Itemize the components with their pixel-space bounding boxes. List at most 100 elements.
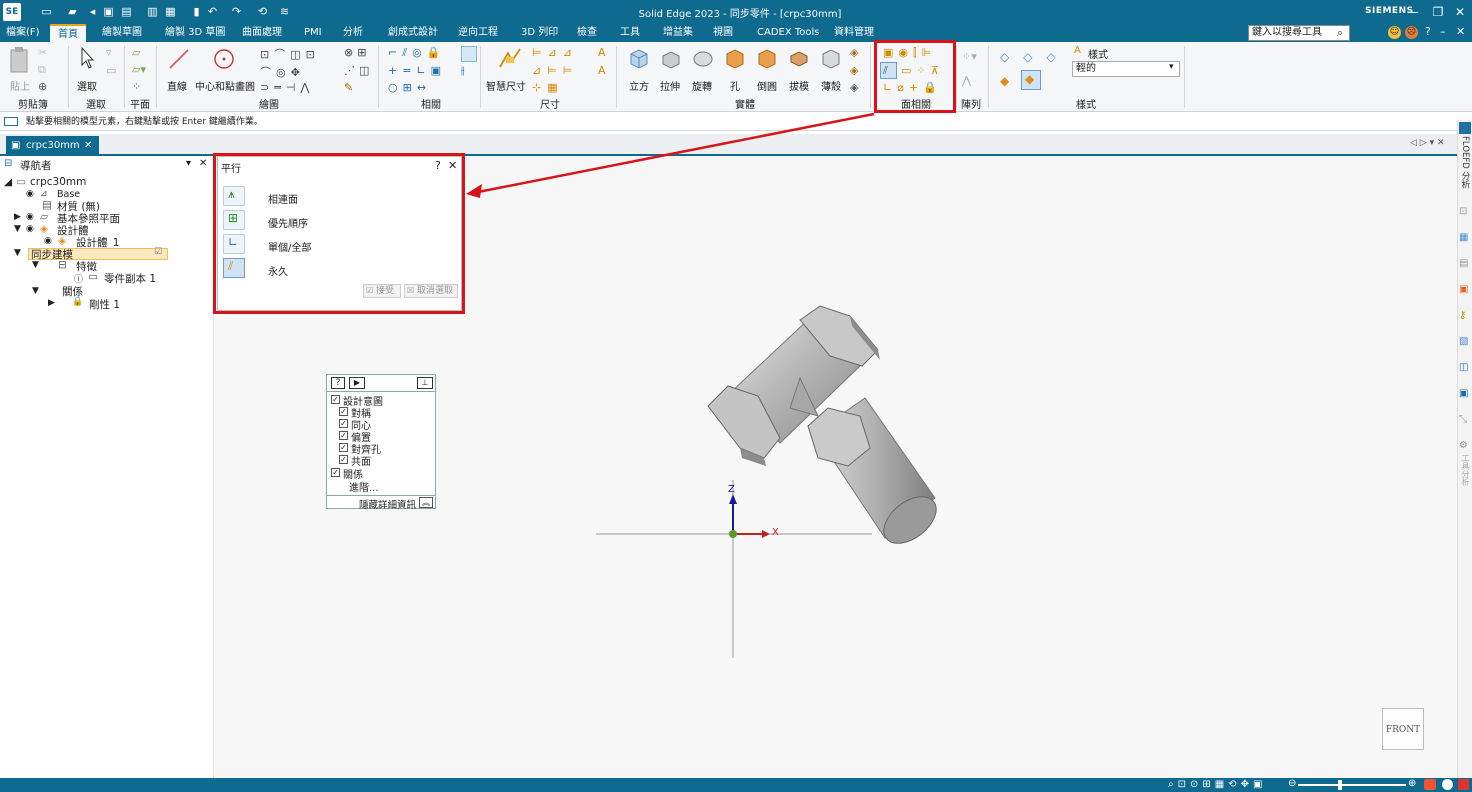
tab-view[interactable]: 視圖 [713,24,733,42]
hole-icon[interactable] [724,47,746,69]
copy-special-icon[interactable]: ⊕ [38,80,47,93]
tree-rigid[interactable]: 剛性 1 [89,297,120,312]
tree-root[interactable]: crpc30mm [30,176,86,188]
smart-dimension-label[interactable]: 智慧尺寸 [486,78,526,93]
relations-panel-icon[interactable]: ⤡ [1459,414,1467,425]
checkbox-coplanar[interactable]: ✓ [339,455,348,464]
stop-icon[interactable] [1458,779,1469,790]
dim-row3-icon[interactable]: ⊹▦ [532,81,564,94]
text-icon[interactable]: A [598,64,606,77]
round-icon[interactable] [756,47,778,69]
tab-analyze[interactable]: 分析 [343,24,363,42]
tree-expand-icon[interactable]: ▼ [14,224,21,234]
tab-addins[interactable]: 增益集 [663,24,693,42]
tree-expand-icon[interactable]: ▶ [14,212,21,222]
document-icon[interactable]: ▮ [190,4,203,19]
draft-icon[interactable] [788,47,810,69]
hide-details-label[interactable]: 隱藏詳細資訊 [359,497,416,511]
round-label[interactable]: 倒圓 [757,78,777,93]
hole-label[interactable]: 孔 [730,78,740,93]
tree-part-copy[interactable]: 零件副本 1 [104,271,156,286]
zoom-slider-handle[interactable] [1338,780,1342,790]
search-input[interactable]: 鍵入以搜尋工具 [1248,25,1350,41]
pencil-icon[interactable]: ✎ [344,81,353,94]
floefd-icon[interactable] [1459,122,1471,134]
extrude-label[interactable]: 拉伸 [660,78,680,93]
checkbox-offset[interactable]: ✓ [339,431,348,440]
relate-row1-icon[interactable]: ⌐⫽◎🔒 [388,46,445,60]
checkbox-align-holes[interactable]: ✓ [339,443,348,452]
select-tools-icon[interactable]: ▭ [106,64,116,77]
print-icon[interactable]: ▤ [120,4,133,19]
close-window-icon[interactable]: ✕ [1450,3,1470,21]
paste-icon[interactable] [8,46,30,74]
checkbox-relations[interactable]: ✓ [331,468,340,477]
draw-extra2-icon[interactable]: ⋰◫ [344,64,373,77]
line-label[interactable]: 直線 [167,78,187,93]
tree-expand-icon[interactable]: ▼ [32,260,39,270]
collapse-icon[interactable]: ︽ [419,497,433,508]
image-panel-icon[interactable]: ▧ [1459,336,1468,347]
help-icon[interactable]: ? [1425,25,1431,38]
redo-icon[interactable]: ↷ [230,4,243,19]
thin-wall-icon[interactable] [820,47,842,69]
tab-reverse[interactable]: 逆向工程 [458,24,498,42]
dim-row2-icon[interactable]: ⊿⊨⊨ [532,64,578,77]
tab-3d-sketch[interactable]: 繪製 3D 草圖 [165,24,225,42]
library-icon[interactable]: ▣ [1459,388,1468,399]
save-icon[interactable]: ▣ [102,4,115,19]
view-tools-icons[interactable]: ⌕⊡⊙⊞▦⟲✥▣ [1168,779,1266,790]
tree-expand-icon[interactable]: ▼ [32,286,39,296]
close-tab-icon[interactable]: ✕ [84,136,92,156]
search-icon[interactable]: ⌕ [1337,26,1343,40]
tree-expand-icon[interactable]: ▶ [48,298,55,308]
key-icon[interactable]: ⚷ [1459,310,1466,321]
relate-maintain-icon[interactable]: ⫲ [461,64,465,78]
layout-icon[interactable]: ▦ [164,4,177,19]
checkbox-concentric[interactable]: ✓ [339,419,348,428]
relations-pin-icon[interactable]: ⊥ [417,377,433,389]
circle-icon[interactable] [213,48,235,70]
command-finder-icon[interactable]: ⟲ [256,4,269,19]
minimize-icon[interactable]: ‒ [1405,3,1425,21]
checkbox-symmetric[interactable]: ✓ [339,407,348,416]
relations-help-icon[interactable]: ? [331,377,345,389]
open-file-icon[interactable]: ▰ [66,4,79,19]
tools-analysis-icon[interactable]: ⚙ [1459,440,1468,451]
minimize-ribbon-icon[interactable]: – [1440,25,1446,38]
part-model[interactable] [700,298,945,550]
box-icon[interactable] [628,47,650,69]
new-file-icon[interactable]: ▭ [40,4,53,19]
help-panel-icon[interactable]: ⊡ [1459,206,1467,217]
thin-wall-label[interactable]: 薄殼 [821,78,841,93]
tab-cadex[interactable]: CADEX Tools [757,24,820,42]
layers-icon[interactable]: ▦ [1459,232,1468,243]
cut-icon[interactable]: ✂ [38,46,47,59]
select-label[interactable]: 選取 [77,78,97,93]
tab-home[interactable]: 首頁 [50,24,86,42]
tab-generative[interactable]: 創成式設計 [388,24,438,42]
restore-icon[interactable]: ❐ [1428,3,1448,21]
tab-tools[interactable]: 工具 [620,24,640,42]
plane-dropdown-icon[interactable]: ▱▾ [132,63,146,76]
properties-icon[interactable]: ▥ [146,4,159,19]
close-doc-icon[interactable]: ✕ [1456,25,1465,38]
document-tab[interactable]: ▣ crpc30mm ✕ [6,136,99,156]
mirror-icon[interactable]: ⋀ [962,74,971,87]
tab-surfacing[interactable]: 曲面處理 [242,24,282,42]
select-arrow-icon[interactable] [80,47,96,69]
zoom-out-icon[interactable]: ⊖ [1288,778,1296,789]
draw-tools-row3-icon[interactable]: ⊃═⊣⋀ [260,81,314,94]
grid-panel-icon[interactable]: ▤ [1459,258,1468,269]
solids-more3-icon[interactable]: ◈ [850,81,858,94]
box-label[interactable]: 立方 [629,78,649,93]
smile-feedback-icon[interactable]: ☺ [1388,26,1401,39]
eye-icon[interactable]: ◉ [26,224,34,234]
view-cube-icons[interactable]: ◇◇◇ [1000,50,1070,64]
eye-icon[interactable]: ◉ [44,236,52,246]
style-select[interactable]: 輕的 [1072,61,1180,77]
solids-more1-icon[interactable]: ◈ [850,46,858,59]
video-icon[interactable] [1424,779,1436,790]
tab-3d-print[interactable]: 3D 列印 [521,24,558,42]
pattern-icon[interactable]: ⁘▾ [962,50,977,63]
